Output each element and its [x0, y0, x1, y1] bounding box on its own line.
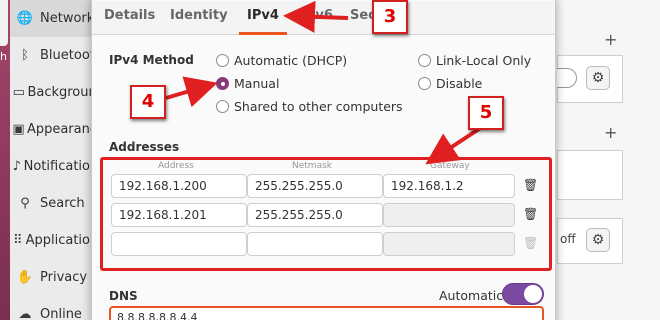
addresses-highlight-box	[100, 157, 552, 271]
dns-automatic-toggle[interactable]	[502, 283, 544, 305]
online-accounts-icon: ☁	[18, 307, 32, 320]
radio-button[interactable]	[418, 77, 431, 90]
ipv4-method-label: IPv4 Method	[109, 53, 194, 67]
tab-bar: Details Identity IPv4 IPv6 Security	[92, 1, 555, 35]
callout-3: 3	[372, 0, 408, 34]
wired-toggle[interactable]	[557, 68, 577, 88]
proxy-status-text: off	[560, 232, 576, 246]
sidebar-item-label: Search	[40, 196, 85, 211]
radio-label: Shared to other computers	[234, 99, 403, 114]
radio-label: Manual	[234, 76, 280, 91]
toggle-knob	[524, 285, 542, 303]
desktop-edge: h	[0, 0, 10, 320]
wired-settings-gear-icon[interactable]: ⚙	[586, 66, 610, 90]
radio-disable[interactable]: Disable	[418, 76, 482, 91]
radio-label: Disable	[436, 76, 483, 91]
radio-button[interactable]	[418, 54, 431, 67]
add-vpn-plus-icon[interactable]: +	[604, 123, 617, 142]
tab-ipv6[interactable]: IPv6	[299, 1, 335, 35]
tab-details[interactable]: Details	[104, 1, 155, 35]
window-edge-fragment	[0, 0, 8, 46]
radio-shared[interactable]: Shared to other computers	[216, 99, 403, 114]
notifications-icon: ♪	[12, 159, 21, 174]
monitor-icon: ▭	[12, 85, 25, 100]
radio-button[interactable]	[216, 77, 229, 90]
radio-manual[interactable]: Manual	[216, 76, 279, 91]
radio-button[interactable]	[216, 100, 229, 113]
callout-4: 4	[130, 85, 166, 119]
addresses-label: Addresses	[109, 140, 180, 154]
desktop-edge-text: h	[0, 50, 7, 63]
globe-icon: 🌐	[16, 11, 34, 26]
dns-automatic-label: Automatic	[439, 288, 504, 303]
radio-automatic-dhcp[interactable]: Automatic (DHCP)	[216, 53, 347, 68]
sidebar-item-label: Privacy	[40, 270, 88, 285]
proxy-settings-gear-icon[interactable]: ⚙	[586, 228, 610, 252]
search-icon: ⚲	[20, 196, 30, 211]
radio-label: Link-Local Only	[436, 53, 532, 68]
vpn-card	[557, 150, 623, 200]
add-connection-plus-icon[interactable]: +	[604, 30, 617, 49]
appearance-icon: ▣	[12, 122, 25, 137]
callout-5: 5	[468, 96, 504, 130]
bluetooth-icon: ᛒ	[21, 48, 29, 63]
privacy-icon: ✋	[16, 270, 34, 285]
dns-servers-input[interactable]: 8.8.8.8,8.8.4.4	[109, 306, 544, 320]
applications-icon: ⠿	[13, 233, 23, 248]
radio-button[interactable]	[216, 54, 229, 67]
radio-label: Automatic (DHCP)	[234, 53, 348, 68]
radio-link-local-only[interactable]: Link-Local Only	[418, 53, 531, 68]
tab-identity[interactable]: Identity	[170, 1, 228, 35]
sidebar-item-label: Online	[40, 307, 82, 320]
tab-ipv4[interactable]: IPv4	[239, 1, 287, 35]
sidebar-item-label: Network	[40, 11, 95, 26]
dns-label: DNS	[109, 289, 138, 303]
